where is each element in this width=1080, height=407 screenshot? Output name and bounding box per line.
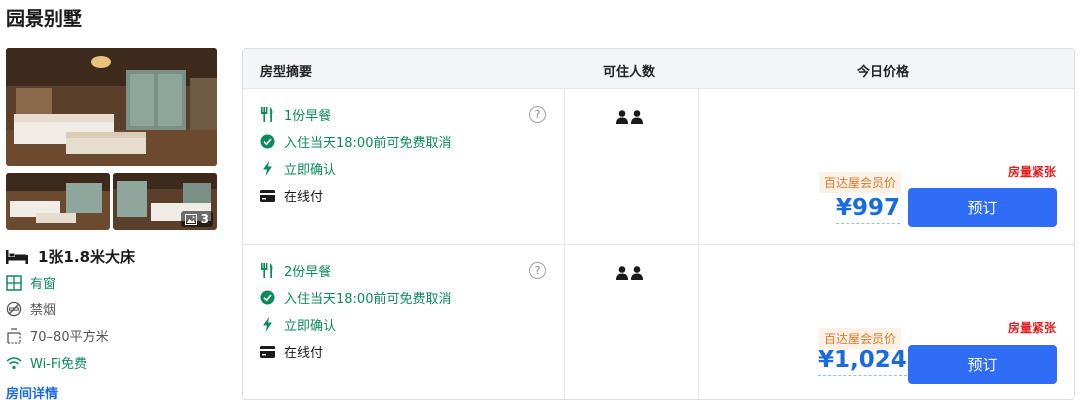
lightning-icon <box>263 161 272 176</box>
rate-row: 1份早餐 ? 入住当天18:00前可免费取消 立即确认 在线付 房量紧张 百达屋… <box>243 89 1074 245</box>
area-icon <box>7 327 21 344</box>
room-details-link[interactable]: 房间详情 <box>6 383 58 402</box>
availability-warning: 房量紧张 <box>1007 321 1056 335</box>
payment-label: 在线付 <box>284 346 324 361</box>
price[interactable]: ¥1,024 <box>818 347 907 376</box>
bed-label: 1张1.8米大床 <box>38 248 136 266</box>
wifi-info: Wi-Fi免费 <box>6 353 87 372</box>
lightning-icon <box>263 317 272 332</box>
column-divider <box>698 245 699 399</box>
card-icon <box>260 345 275 358</box>
breakfast-label: 1份早餐 <box>284 109 332 124</box>
column-divider <box>564 89 565 244</box>
rate-row: 2份早餐 ? 入住当天18:00前可免费取消 立即确认 在线付 房量紧张 百达屋… <box>243 245 1074 399</box>
guest-capacity <box>616 110 643 124</box>
bed-icon <box>6 249 28 264</box>
image-icon <box>184 213 197 225</box>
cancellation-perk: 入住当天18:00前可免费取消 <box>260 132 451 151</box>
cancellation-perk: 入住当天18:00前可免费取消 <box>260 288 451 307</box>
room-photo-main[interactable] <box>6 48 217 166</box>
guest-capacity <box>616 266 643 280</box>
room-photo-thumb[interactable]: 3 <box>113 173 217 230</box>
check-circle-icon <box>260 134 275 149</box>
book-button[interactable]: 预订 <box>908 345 1057 384</box>
card-icon <box>260 189 275 202</box>
utensils-icon <box>261 263 273 278</box>
price[interactable]: ¥997 <box>836 195 901 224</box>
area-info: 70–80平方米 <box>6 326 109 345</box>
breakfast-label: 2份早餐 <box>284 265 332 280</box>
room-photo-image <box>6 173 110 230</box>
wifi-label: Wi-Fi免费 <box>30 357 88 372</box>
area-label: 70–80平方米 <box>30 330 109 345</box>
photo-count-badge[interactable]: 3 <box>180 211 213 227</box>
person-icon <box>631 110 643 124</box>
window-icon <box>6 274 22 291</box>
instant-confirm-perk: 立即确认 <box>260 315 336 334</box>
column-divider <box>698 89 699 244</box>
instant-confirm-perk: 立即确认 <box>260 159 336 178</box>
window-label: 有窗 <box>30 277 57 292</box>
bed-info: 1张1.8米大床 <box>6 246 135 267</box>
check-circle-icon <box>260 290 275 305</box>
header-price: 今日价格 <box>857 65 910 80</box>
person-icon <box>616 110 628 124</box>
utensils-icon <box>261 107 273 122</box>
confirm-label: 立即确认 <box>284 319 337 334</box>
confirm-label: 立即确认 <box>284 163 337 178</box>
table-header: 房型摘要 可住人数 今日价格 <box>243 49 1074 89</box>
smoking-label: 禁烟 <box>30 303 57 318</box>
wifi-icon <box>6 356 22 369</box>
header-guests: 可住人数 <box>603 65 656 80</box>
room-title: 园景别墅 <box>6 8 83 30</box>
smoking-info: 禁烟 <box>6 299 56 318</box>
help-icon[interactable]: ? <box>529 262 546 279</box>
person-icon <box>616 266 628 280</box>
availability-warning: 房量紧张 <box>1007 165 1056 179</box>
breakfast-perk: 2份早餐 <box>260 261 331 280</box>
member-price-tag: 百达屋会员价 <box>819 172 902 193</box>
cancellation-label: 入住当天18:00前可免费取消 <box>284 136 452 151</box>
member-price-tag: 百达屋会员价 <box>819 328 902 349</box>
header-room-summary: 房型摘要 <box>260 65 313 80</box>
room-photo-image <box>6 48 217 166</box>
payment-perk: 在线付 <box>260 186 323 205</box>
room-photo-thumb[interactable] <box>6 173 110 230</box>
help-icon[interactable]: ? <box>529 106 546 123</box>
no-smoking-icon <box>6 301 22 316</box>
rate-table: 房型摘要 可住人数 今日价格 1份早餐 ? 入住当天18:00前可免费取消 立即… <box>242 48 1075 400</box>
column-divider <box>564 245 565 399</box>
payment-label: 在线付 <box>284 190 324 205</box>
cancellation-label: 入住当天18:00前可免费取消 <box>284 292 452 307</box>
photo-count: 3 <box>200 212 209 226</box>
person-icon <box>631 266 643 280</box>
payment-perk: 在线付 <box>260 342 323 361</box>
book-button[interactable]: 预订 <box>908 188 1057 227</box>
window-info: 有窗 <box>6 273 56 292</box>
breakfast-perk: 1份早餐 <box>260 105 331 124</box>
